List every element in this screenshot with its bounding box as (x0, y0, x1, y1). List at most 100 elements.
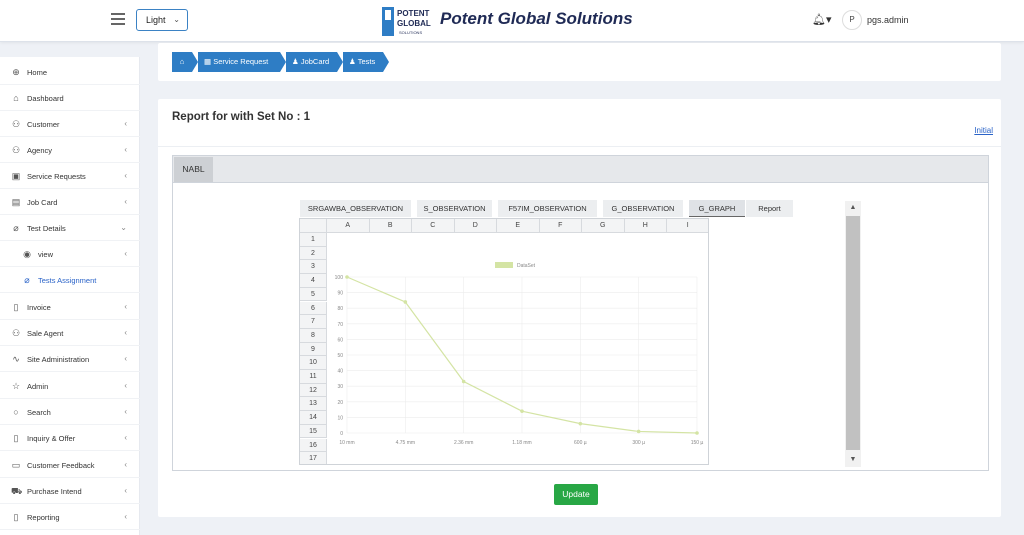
sheet-tab-s-observation[interactable]: S_OBSERVATION (417, 200, 492, 217)
data-point (345, 275, 349, 279)
update-button[interactable]: Update (554, 484, 598, 505)
row-header[interactable]: 11 (300, 370, 327, 384)
sidebar-item-customer[interactable]: ⚇ Customer ‹ (0, 111, 140, 137)
column-header[interactable]: E (497, 219, 540, 233)
column-header[interactable]: D (454, 219, 497, 233)
row-header[interactable]: 16 (300, 438, 327, 453)
scroll-down-icon[interactable]: ▼ (845, 453, 861, 467)
chevron-left-icon: ‹ (124, 249, 127, 258)
sidebar-item-service-requests[interactable]: ▣ Service Requests ‹ (0, 163, 140, 189)
row-header[interactable]: 9 (300, 342, 327, 357)
sidebar-item-customer-feedback[interactable]: ▭ Customer Feedback ‹ (0, 452, 140, 478)
y-tick-label: 40 (337, 369, 343, 375)
select-all-corner[interactable] (300, 219, 327, 233)
sheet-tab-f57im-observation[interactable]: F57IM_OBSERVATION (498, 200, 597, 217)
sidebar-item-home[interactable]: ⊕ Home (0, 59, 140, 85)
sidebar-item-sale-agent[interactable]: ⚇ Sale Agent ‹ (0, 320, 140, 346)
column-header[interactable]: C (412, 219, 455, 233)
chevron-down-icon: ⌄ (173, 15, 180, 24)
breadcrumb-label: Tests (357, 57, 376, 66)
thermometer-icon: ⌀ (24, 275, 30, 285)
initial-link[interactable]: Initial (974, 126, 993, 135)
row-header[interactable]: 2 (300, 246, 327, 261)
breadcrumb-label: JobCard (300, 57, 330, 66)
row-header[interactable]: 7 (300, 315, 327, 329)
sidebar-item-label: Home (27, 68, 48, 77)
sidebar-item-tests-assignment[interactable]: ⌀ Tests Assignment (0, 267, 140, 293)
sidebar-item-dashboard[interactable]: ⌂ Dashboard (0, 85, 140, 111)
sidebar-item-invoice[interactable]: ▯ Invoice ‹ (0, 294, 140, 320)
column-header[interactable]: G (582, 219, 625, 233)
chevron-left-icon: ‹ (124, 171, 127, 180)
column-header[interactable]: I (667, 219, 708, 233)
avatar[interactable]: P (842, 10, 862, 30)
briefcase-icon: ▣ (11, 171, 21, 181)
data-point (636, 429, 641, 434)
column-header[interactable]: B (369, 219, 412, 233)
nabl-tab-bar: NABL (173, 156, 988, 183)
data-point (520, 409, 524, 413)
y-tick-label: 70 (337, 322, 343, 328)
chevron-left-icon: ‹ (124, 407, 127, 416)
sidebar-item-site-administration[interactable]: ∿ Site Administration ‹ (0, 346, 140, 372)
sheet-tab-srgawba-observation[interactable]: SRGAWBA_OBSERVATION (300, 200, 411, 217)
breadcrumb-service-request[interactable]: ▦ Service Request (198, 52, 286, 72)
breadcrumb-home[interactable]: ⌂ (172, 52, 198, 72)
sidebar-item-test-details[interactable]: ⌀ Test Details ⌄ (0, 215, 140, 241)
card-icon: ▤ (11, 197, 21, 207)
sheet-tab-g-observation[interactable]: G_OBSERVATION (603, 200, 683, 217)
column-header[interactable]: A (327, 219, 370, 233)
vertical-scrollbar[interactable]: ▲ ▼ (845, 201, 861, 467)
bell-icon[interactable]: 🔔︎▾ (812, 13, 832, 26)
breadcrumb: ⌂ ▦ Service Request ♟ JobCard ♟ Tests (158, 43, 1001, 81)
chevron-left-icon: ‹ (124, 302, 127, 311)
y-tick-label: 90 (337, 291, 343, 297)
chevron-left-icon: ‹ (124, 145, 127, 154)
row-header[interactable]: 15 (300, 424, 327, 439)
theme-select[interactable]: Light ⌄ (136, 9, 188, 31)
tab-nabl[interactable]: NABL (174, 157, 213, 182)
scroll-thumb[interactable] (846, 216, 860, 450)
data-point (403, 300, 408, 304)
row-header[interactable]: 3 (300, 260, 327, 275)
sheet-tab-g-graph[interactable]: G_GRAPH (689, 200, 745, 217)
username[interactable]: pgs.admin (867, 15, 909, 25)
menu-toggle-icon[interactable] (111, 13, 125, 25)
file-icon: ▯ (13, 512, 19, 522)
chevron-left-icon: ‹ (124, 433, 127, 442)
spreadsheet-grid[interactable]: ABCDEFGHI 1 2 3 4 5 6 7 8 9 10 11 12 13 14 15 16 17 0 10 2… (299, 218, 709, 465)
sidebar-item-purchase-intend[interactable]: ⛟ Purchase Intend ‹ (0, 478, 140, 504)
home-icon: ⌂ (13, 93, 19, 103)
column-header[interactable]: H (624, 219, 667, 233)
sidebar-item-search[interactable]: ○ Search ‹ (0, 399, 140, 425)
sidebar-item-reporting[interactable]: ▯ Reporting ‹ (0, 504, 140, 530)
sidebar-item-label: Invoice (27, 303, 51, 312)
sidebar-item-label: Customer Feedback (27, 461, 95, 470)
row-header[interactable]: 12 (300, 383, 327, 398)
row-header[interactable]: 17 (300, 452, 327, 464)
sidebar-item-inquiry-offer[interactable]: ▯ Inquiry & Offer ‹ (0, 425, 140, 451)
row-header[interactable]: 1 (300, 233, 327, 247)
row-header[interactable]: 6 (300, 301, 327, 316)
row-header[interactable]: 5 (300, 287, 327, 302)
column-header[interactable]: F (539, 219, 582, 233)
sidebar-item-label: Test Details (27, 224, 66, 233)
svg-text:POTENT: POTENT (397, 9, 430, 18)
row-header[interactable]: 14 (300, 411, 327, 425)
scroll-up-icon[interactable]: ▲ (845, 201, 861, 215)
sidebar-item-job-card[interactable]: ▤ Job Card ‹ (0, 189, 140, 215)
sidebar-item-agency[interactable]: ⚇ Agency ‹ (0, 137, 140, 163)
row-header[interactable]: 8 (300, 328, 327, 343)
sidebar-item-admin[interactable]: ☆ Admin ‹ (0, 373, 140, 399)
row-header[interactable]: 10 (300, 356, 327, 370)
file-icon: ▯ (13, 433, 19, 443)
sidebar-item-label: Reporting (27, 513, 60, 522)
sidebar-item-view[interactable]: ◉ view ‹ (0, 241, 140, 267)
grid-icon: ▦ (204, 57, 212, 66)
breadcrumb-jobcard[interactable]: ♟ JobCard (286, 52, 343, 72)
row-header[interactable]: 4 (300, 274, 327, 288)
row-header[interactable]: 13 (300, 397, 327, 412)
y-tick-label: 100 (335, 275, 344, 281)
sheet-tab-report[interactable]: Report (746, 200, 793, 217)
breadcrumb-tests[interactable]: ♟ Tests (343, 52, 389, 72)
